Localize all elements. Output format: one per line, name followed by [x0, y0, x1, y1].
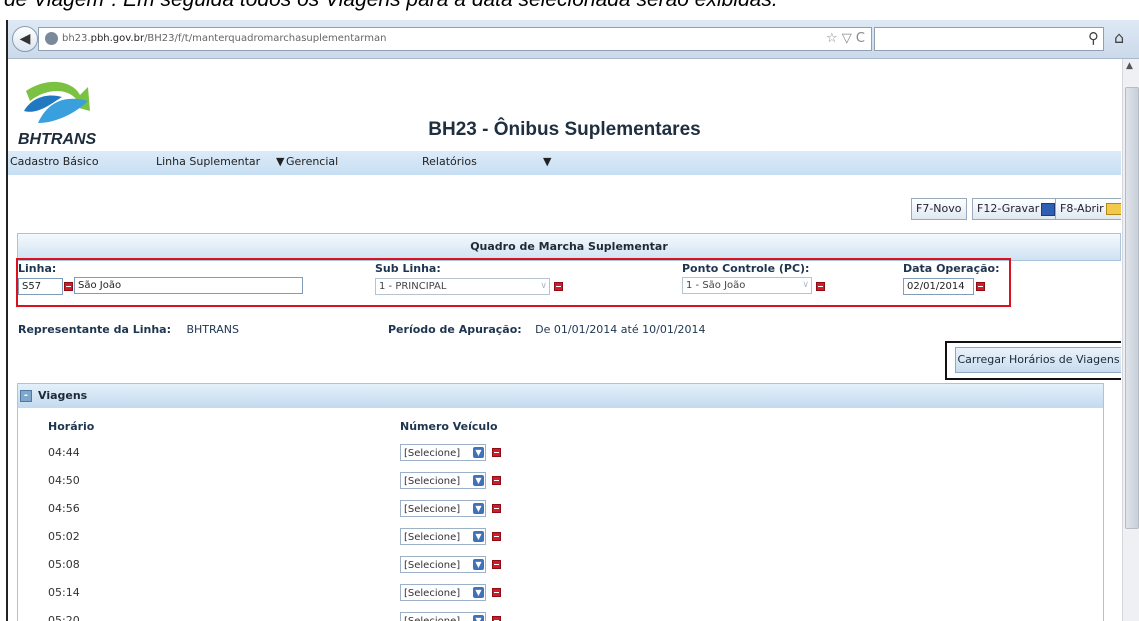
address-bar: ◀ bh23.pbh.gov.br/BH23/f/t/manterquadrom…: [8, 20, 1139, 59]
back-arrow-icon[interactable]: ◀: [12, 26, 38, 52]
trip-time: 04:50: [48, 474, 80, 487]
trip-time: 05:14: [48, 586, 80, 599]
chevron-down-icon: ▼: [276, 155, 285, 168]
chevron-down-icon: ▼: [473, 531, 484, 542]
red-x-icon[interactable]: [492, 588, 501, 597]
trip-time: 05:08: [48, 558, 80, 571]
red-x-icon[interactable]: [492, 476, 501, 485]
floppy-icon: [1041, 202, 1056, 216]
bookmark-star-icon[interactable]: ☆ ▽ C: [826, 28, 865, 50]
table-row: 05:02 [Selecione] ▼: [18, 524, 1103, 552]
search-input[interactable]: ⚲: [874, 27, 1104, 51]
menu-gerencial[interactable]: Gerencial: [286, 151, 338, 175]
magnifier-icon[interactable]: ⚲: [1088, 29, 1099, 47]
red-x-icon[interactable]: [64, 282, 73, 291]
periodo-info: Período de Apuração: De 01/01/2014 até 1…: [388, 323, 706, 336]
trip-time: 04:56: [48, 502, 80, 515]
menu-linha-suplementar[interactable]: Linha Suplementar: [156, 151, 260, 175]
linha-code-field[interactable]: S57: [18, 278, 63, 295]
vehicle-select[interactable]: [Selecione]▼: [400, 472, 486, 489]
browser-window: ◀ bh23.pbh.gov.br/BH23/f/t/manterquadrom…: [6, 20, 1139, 621]
vehicle-select[interactable]: [Selecione]▼: [400, 612, 486, 621]
representante-info: Representante da Linha: BHTRANS: [18, 323, 239, 336]
globe-icon: [45, 31, 58, 45]
red-x-icon[interactable]: [554, 282, 563, 291]
table-row: 05:20 [Selecione]▼: [18, 608, 1103, 621]
viagens-title: Viagens: [38, 389, 88, 402]
chevron-down-icon: ▼: [473, 559, 484, 570]
sublinha-select[interactable]: 1 - PRINCIPAL ∨: [375, 278, 550, 295]
red-x-icon[interactable]: [492, 532, 501, 541]
vehicle-select[interactable]: [Selecione]▼: [400, 444, 486, 461]
red-x-icon[interactable]: [492, 504, 501, 513]
folder-icon: [1105, 203, 1121, 215]
main-menu: Cadastro Básico Linha Suplementar ▼ Gere…: [8, 151, 1121, 175]
col-horario: Horário: [48, 420, 95, 433]
collapse-icon[interactable]: -: [20, 390, 32, 402]
page-content: BHTRANS BH23 - Ônibus Suplementares Cada…: [8, 59, 1121, 621]
chevron-down-icon: ∨: [540, 281, 547, 291]
menu-relatorios[interactable]: Relatórios: [422, 151, 477, 175]
chevron-down-icon: ∨: [802, 280, 809, 290]
vehicle-select[interactable]: [Selecione]▼: [400, 584, 486, 601]
load-schedule-button[interactable]: Carregar Horários de Viagens: [955, 347, 1121, 373]
section-title: Quadro de Marcha Suplementar: [17, 233, 1121, 261]
chevron-down-icon: ▼: [473, 475, 484, 486]
save-button[interactable]: F12-Gravar: [972, 198, 1061, 220]
ponto-controle-select[interactable]: 1 - São João ∨: [682, 277, 812, 294]
red-x-icon[interactable]: [492, 616, 501, 621]
vehicle-select[interactable]: [Selecione]▼: [400, 528, 486, 545]
chevron-down-icon: ▼: [473, 447, 484, 458]
periodo-value: De 01/01/2014 até 10/01/2014: [535, 323, 706, 336]
table-row: 04:56 [Selecione] ▼: [18, 496, 1103, 524]
data-operacao-field[interactable]: 02/01/2014: [903, 278, 974, 295]
open-button[interactable]: F8-Abrir: [1055, 198, 1121, 220]
vertical-scrollbar[interactable]: ▲: [1122, 59, 1139, 621]
linha-name-field[interactable]: São João: [74, 277, 303, 294]
data-operacao-label: Data Operação:: [903, 262, 1000, 275]
red-x-icon[interactable]: [976, 282, 985, 291]
document-caption: de Viagem". Em seguida todos os Viagens …: [0, 0, 1139, 22]
new-button[interactable]: F7-Novo: [911, 198, 967, 220]
table-row: 05:14 [Selecione] ▼: [18, 580, 1103, 608]
trip-time: 05:02: [48, 530, 80, 543]
ponto-controle-label: Ponto Controle (PC):: [682, 262, 810, 275]
sublinha-label: Sub Linha:: [375, 262, 441, 275]
red-x-icon[interactable]: [492, 560, 501, 569]
url-path: /BH23/f/t/manterquadromarchasuplementarm…: [144, 33, 387, 44]
url-field[interactable]: bh23.pbh.gov.br/BH23/f/t/manterquadromar…: [38, 27, 872, 51]
chevron-down-icon: ▼: [543, 155, 552, 168]
representante-value: BHTRANS: [186, 323, 239, 336]
url-domain: pbh.gov.br: [90, 33, 145, 44]
col-numero-veiculo: Número Veículo: [400, 420, 498, 433]
vehicle-select[interactable]: [Selecione]▼: [400, 500, 486, 517]
app-title: BH23 - Ônibus Suplementares: [428, 119, 701, 140]
vehicle-select[interactable]: [Selecione]▼: [400, 556, 486, 573]
scrollbar-thumb[interactable]: [1125, 87, 1139, 529]
viagens-panel: - Viagens Horário Número Veículo 04:44 [S…: [17, 383, 1104, 621]
linha-label: Linha:: [18, 262, 57, 275]
load-schedule-highlight: Carregar Horários de Viagens: [945, 341, 1121, 380]
chevron-down-icon: ▼: [473, 503, 484, 514]
chevron-down-icon: ▼: [473, 587, 484, 598]
viagens-header: - Viagens: [18, 384, 1103, 408]
trip-time: 04:44: [48, 446, 80, 459]
red-x-icon[interactable]: [492, 448, 501, 457]
chevron-down-icon: ▼: [473, 615, 484, 621]
table-row: 04:50 [Selecione] ▼: [18, 468, 1103, 496]
home-icon[interactable]: ⌂: [1114, 28, 1124, 47]
menu-cadastro-basico[interactable]: Cadastro Básico: [10, 151, 99, 175]
scroll-up-icon[interactable]: ▲: [1126, 61, 1133, 71]
trip-time: 05:20: [48, 614, 80, 621]
table-row: 05:08 [Selecione] ▼: [18, 552, 1103, 580]
table-row: 04:44 [Selecione] ▼: [18, 440, 1103, 468]
red-x-icon[interactable]: [816, 282, 825, 291]
